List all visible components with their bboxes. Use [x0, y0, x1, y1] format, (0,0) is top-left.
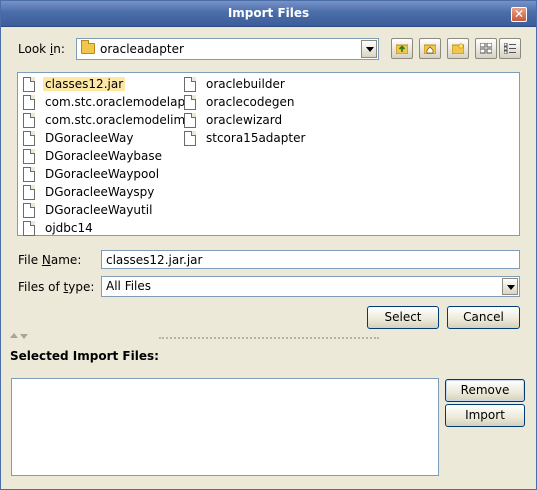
new-folder-icon [452, 43, 464, 54]
files-of-type-dropdown-arrow[interactable] [502, 278, 518, 295]
file-icon [23, 131, 35, 146]
file-icon [184, 131, 196, 146]
file-icon [23, 113, 35, 128]
look-in-dropdown-arrow[interactable] [361, 40, 377, 58]
title-bar[interactable]: Import Files ✕ [1, 1, 536, 27]
details-view-icon [504, 43, 516, 54]
close-icon: ✕ [513, 7, 525, 21]
import-button[interactable]: Import [445, 404, 525, 427]
file-icon [23, 149, 35, 164]
up-folder-icon [396, 44, 408, 54]
file-icon [23, 203, 35, 218]
look-in-value: oracleadapter [100, 42, 184, 56]
look-in-label: Look in: [18, 42, 65, 56]
import-files-dialog: Import Files ✕ Look in: oracleadapter cl… [0, 0, 537, 490]
file-icon [184, 95, 196, 110]
file-list[interactable]: classes12.jar com.stc.oraclemodelapi com… [17, 72, 520, 236]
file-icon [184, 77, 196, 92]
list-view-icon [480, 43, 492, 54]
files-of-type-value: All Files [106, 279, 152, 293]
folder-icon [81, 40, 95, 54]
file-icon [184, 113, 196, 128]
selected-import-files-list[interactable] [11, 378, 439, 476]
close-button[interactable]: ✕ [511, 7, 527, 22]
files-of-type-combobox[interactable]: All Files [101, 276, 520, 297]
file-name-input[interactable]: classes12.jar.jar [101, 250, 520, 269]
home-folder-icon [424, 44, 436, 54]
split-pane-divider[interactable] [159, 337, 379, 339]
file-icon [23, 221, 35, 236]
remove-button[interactable]: Remove [445, 379, 525, 402]
list-view-button[interactable] [475, 38, 497, 59]
file-icon [23, 167, 35, 182]
home-button[interactable] [419, 38, 441, 59]
file-icon [23, 185, 35, 200]
cancel-button[interactable]: Cancel [447, 306, 520, 329]
file-name-value: classes12.jar.jar [106, 253, 203, 267]
selected-import-files-label: Selected Import Files: [10, 349, 159, 363]
files-of-type-label: Files of type: [18, 280, 95, 294]
create-new-folder-button[interactable] [447, 38, 469, 59]
collapse-arrows-icon[interactable] [10, 332, 30, 340]
file-name-label: File Name: [18, 253, 82, 267]
look-in-combobox[interactable]: oracleadapter [76, 38, 379, 60]
select-button[interactable]: Select [367, 306, 439, 329]
file-icon [23, 77, 35, 92]
file-icon [23, 95, 35, 110]
dialog-title: Import Files [227, 6, 310, 20]
up-one-level-button[interactable] [391, 38, 413, 59]
details-view-button[interactable] [499, 38, 521, 59]
